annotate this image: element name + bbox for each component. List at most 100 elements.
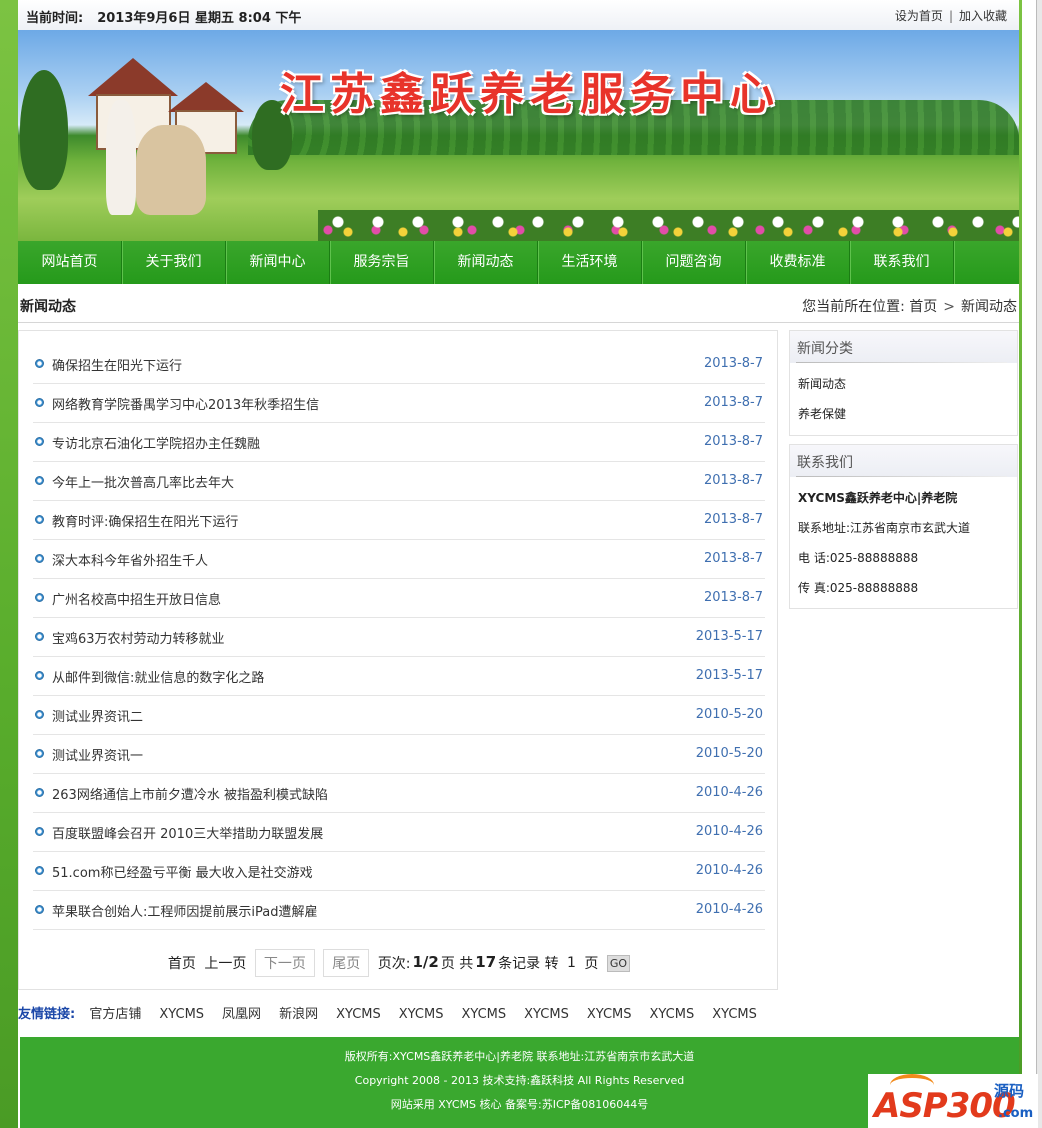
- first-page-link[interactable]: 首页: [168, 953, 196, 973]
- news-date: 2013-8-7: [703, 356, 763, 371]
- news-item[interactable]: 宝鸡63万农村劳动力转移就业 2013-5-17: [33, 618, 765, 657]
- nav-item-home[interactable]: 网站首页: [18, 241, 122, 284]
- bullet-icon: [35, 593, 44, 602]
- news-date: 2010-5-20: [695, 746, 763, 761]
- next-page-button[interactable]: 下一页: [254, 949, 315, 977]
- asp300-watermark-logo: ASP300 源码 .com: [868, 1074, 1038, 1128]
- news-item[interactable]: 51.com称已经盈亏平衡 最大收入是社交游戏 2010-4-26: [33, 852, 765, 891]
- news-item[interactable]: 263网络通信上市前夕遭冷水 被指盈利模式缺陷 2010-4-26: [33, 774, 765, 813]
- news-item[interactable]: 测试业界资讯二 2010-5-20: [33, 696, 765, 735]
- friend-link[interactable]: 官方店铺: [89, 1007, 141, 1022]
- news-category-panel: 新闻分类 新闻动态 养老保健: [789, 330, 1018, 436]
- nav-item-service-aim[interactable]: 服务宗旨: [330, 241, 434, 284]
- pagination: 首页 上一页 下一页 尾页 页次: 1/2 页 共 17 条记录 转 1 页 GO: [19, 949, 779, 977]
- news-title-link[interactable]: 网络教育学院番禺学习中心2013年秋季招生信: [52, 394, 319, 413]
- news-item[interactable]: 深大本科今年省外招生千人 2013-8-7: [33, 540, 765, 579]
- friend-link[interactable]: 新浪网: [279, 1007, 318, 1022]
- contact-fax: 传 真:025-88888888: [798, 581, 919, 595]
- bullet-icon: [35, 632, 44, 641]
- news-item[interactable]: 网络教育学院番禺学习中心2013年秋季招生信 2013-8-7: [33, 384, 765, 423]
- news-title-link[interactable]: 百度联盟峰会召开 2010三大举措助力联盟发展: [52, 823, 323, 842]
- total-records: 17: [475, 953, 497, 971]
- bullet-icon: [35, 905, 44, 914]
- news-date: 2013-8-7: [703, 590, 763, 605]
- bullet-icon: [35, 554, 44, 563]
- top-link-separator: |: [948, 9, 953, 23]
- news-title-link[interactable]: 广州名校高中招生开放日信息: [52, 589, 221, 608]
- news-item[interactable]: 专访北京石油化工学院招办主任魏融 2013-8-7: [33, 423, 765, 462]
- breadcrumb-current: 新闻动态: [961, 299, 1017, 315]
- total-unit: 条记录 转: [498, 956, 559, 972]
- friend-link[interactable]: 凤凰网: [222, 1007, 261, 1022]
- flower-field: [318, 210, 1019, 241]
- news-title-link[interactable]: 宝鸡63万农村劳动力转移就业: [52, 628, 225, 647]
- category-panel-title: 新闻分类: [790, 331, 1017, 363]
- left-green-edge: [0, 0, 18, 1128]
- news-title-link[interactable]: 从邮件到微信:就业信息的数字化之路: [52, 667, 264, 686]
- set-home-link[interactable]: 设为首页: [895, 9, 943, 23]
- page-label: 页次:: [377, 956, 411, 972]
- friend-link[interactable]: XYCMS: [650, 1007, 695, 1022]
- nav-item-news-updates[interactable]: 新闻动态: [434, 241, 538, 284]
- news-item[interactable]: 苹果联合创始人:工程师因提前展示iPad遭解雇 2010-4-26: [33, 891, 765, 930]
- news-date: 2013-5-17: [695, 668, 763, 683]
- category-link-news[interactable]: 新闻动态: [790, 369, 1017, 399]
- add-favorite-link[interactable]: 加入收藏: [959, 9, 1007, 23]
- contact-phone: 电 话:025-88888888: [798, 551, 919, 565]
- news-title-link[interactable]: 确保招生在阳光下运行: [52, 355, 182, 374]
- bullet-icon: [35, 866, 44, 875]
- friend-link[interactable]: XYCMS: [587, 1007, 632, 1022]
- time-value: 2013年9月6日 星期五 8:04 下午: [97, 11, 302, 26]
- nav-item-contact[interactable]: 联系我们: [850, 241, 954, 284]
- news-item[interactable]: 今年上一批次普高几率比去年大 2013-8-7: [33, 462, 765, 501]
- nav-item-fees[interactable]: 收费标准: [746, 241, 850, 284]
- news-title-link[interactable]: 今年上一批次普高几率比去年大: [52, 472, 234, 491]
- nav-item-news-center[interactable]: 新闻中心: [226, 241, 330, 284]
- news-item[interactable]: 教育时评:确保招生在阳光下运行 2013-8-7: [33, 501, 765, 540]
- last-page-button[interactable]: 尾页: [323, 949, 370, 977]
- news-item[interactable]: 测试业界资讯一 2010-5-20: [33, 735, 765, 774]
- category-link-health[interactable]: 养老保健: [790, 399, 1017, 429]
- elderly-man-figure: [136, 125, 206, 215]
- news-title-link[interactable]: 51.com称已经盈亏平衡 最大收入是社交游戏: [52, 862, 313, 881]
- banner-image: 江苏鑫跃养老服务中心: [18, 30, 1019, 241]
- friend-link[interactable]: XYCMS: [712, 1007, 757, 1022]
- jump-page-input[interactable]: 1: [567, 955, 576, 971]
- nav-item-faq[interactable]: 问题咨询: [642, 241, 746, 284]
- contact-panel-title: 联系我们: [790, 445, 1017, 477]
- go-button[interactable]: GO: [606, 954, 631, 972]
- news-date: 2013-8-7: [703, 512, 763, 527]
- tree-icon: [20, 70, 68, 190]
- watermark-tag1: 源码: [994, 1082, 1025, 1100]
- news-title-link[interactable]: 深大本科今年省外招生千人: [52, 550, 208, 569]
- news-list-panel: 确保招生在阳光下运行 2013-8-7 网络教育学院番禺学习中心2013年秋季招生信…: [18, 330, 778, 990]
- nav-item-about[interactable]: 关于我们: [122, 241, 226, 284]
- news-item[interactable]: 广州名校高中招生开放日信息 2013-8-7: [33, 579, 765, 618]
- news-title-link[interactable]: 教育时评:确保招生在阳光下运行: [52, 511, 238, 530]
- breadcrumb-home-link[interactable]: 首页: [909, 299, 937, 315]
- news-date: 2010-4-26: [695, 863, 763, 878]
- friend-link[interactable]: XYCMS: [159, 1007, 204, 1022]
- news-title-link[interactable]: 测试业界资讯一: [52, 745, 143, 764]
- bullet-icon: [35, 515, 44, 524]
- news-title-link[interactable]: 专访北京石油化工学院招办主任魏融: [52, 433, 260, 452]
- prev-page-link[interactable]: 上一页: [204, 953, 246, 973]
- news-title-link[interactable]: 测试业界资讯二: [52, 706, 143, 725]
- news-date: 2010-4-26: [695, 785, 763, 800]
- friend-link[interactable]: XYCMS: [461, 1007, 506, 1022]
- friend-link[interactable]: XYCMS: [524, 1007, 569, 1022]
- news-list: 确保招生在阳光下运行 2013-8-7 网络教育学院番禺学习中心2013年秋季招生信…: [33, 345, 765, 930]
- news-title-link[interactable]: 263网络通信上市前夕遭冷水 被指盈利模式缺陷: [52, 784, 328, 803]
- page-indicator: 1/2: [412, 953, 439, 971]
- nav-item-living-environment[interactable]: 生活环境: [538, 241, 642, 284]
- contact-panel: 联系我们 XYCMS鑫跃养老中心|养老院 联系地址:江苏省南京市玄武大道 电 话…: [789, 444, 1018, 609]
- news-date: 2013-8-7: [703, 473, 763, 488]
- news-item[interactable]: 从邮件到微信:就业信息的数字化之路 2013-5-17: [33, 657, 765, 696]
- news-item[interactable]: 百度联盟峰会召开 2010三大举措助力联盟发展 2010-4-26: [33, 813, 765, 852]
- scrollbar[interactable]: [1036, 0, 1042, 1128]
- main-nav: 网站首页 关于我们 新闻中心 服务宗旨 新闻动态 生活环境 问题咨询 收费标准 …: [18, 241, 1019, 284]
- news-item[interactable]: 确保招生在阳光下运行 2013-8-7: [33, 345, 765, 384]
- friend-link[interactable]: XYCMS: [399, 1007, 444, 1022]
- news-title-link[interactable]: 苹果联合创始人:工程师因提前展示iPad遭解雇: [52, 901, 317, 920]
- friend-link[interactable]: XYCMS: [336, 1007, 381, 1022]
